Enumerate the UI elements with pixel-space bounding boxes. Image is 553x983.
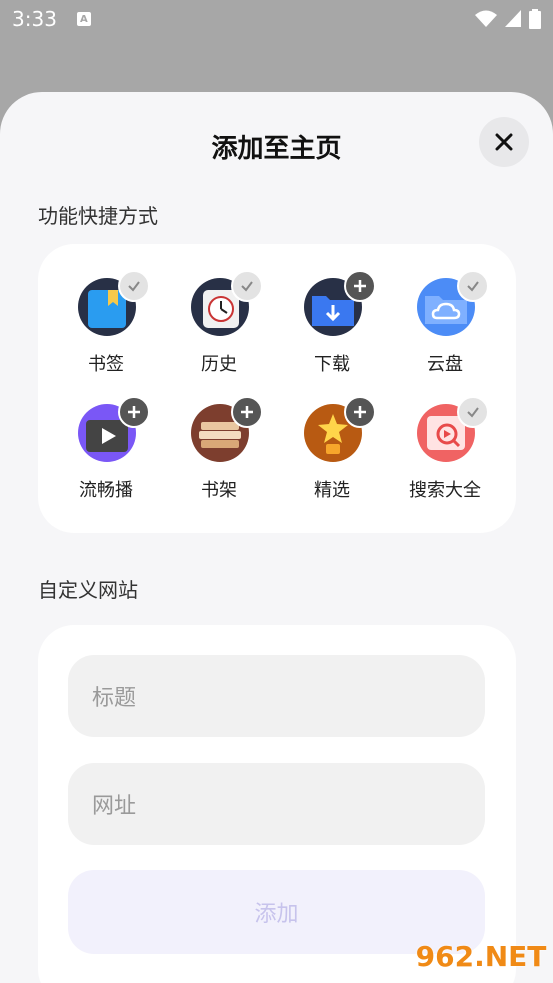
- download-folder-icon: [304, 270, 376, 336]
- shortcuts-section-label: 功能快捷方式: [38, 204, 158, 228]
- shortcut-history[interactable]: 历史: [169, 270, 269, 388]
- status-left: 3:33 A: [12, 7, 91, 31]
- shortcut-smooth-play[interactable]: 流畅播: [56, 396, 156, 514]
- search-video-icon: [417, 396, 489, 462]
- signal-icon: [505, 10, 521, 27]
- watermark-text: 962.NET: [415, 939, 547, 973]
- shortcut-search-all[interactable]: 搜索大全: [395, 396, 495, 514]
- shortcut-label: 精选: [314, 480, 350, 501]
- custom-site-section-label: 自定义网站: [38, 578, 138, 602]
- watermark-logo: 962.NET: [414, 934, 548, 978]
- status-right: [475, 9, 541, 29]
- added-check-icon: [118, 270, 150, 302]
- trophy-icon: [304, 396, 376, 462]
- shortcut-label: 书签: [88, 354, 124, 375]
- status-time: 3:33: [12, 7, 57, 31]
- close-icon: [495, 133, 513, 151]
- shortcut-label: 云盘: [427, 354, 463, 375]
- shortcut-featured[interactable]: 精选: [282, 396, 382, 514]
- shortcuts-card: 书签 历史 下载 云盘 流畅播 书架 精选 搜索大全: [38, 244, 516, 533]
- custom-site-card: 标题 网址 添加: [38, 625, 516, 983]
- battery-icon: [529, 9, 541, 29]
- shortcut-label: 书架: [201, 480, 237, 501]
- keyboard-a-icon: A: [76, 12, 91, 26]
- shortcut-bookmark[interactable]: 书签: [56, 270, 156, 388]
- shortcut-label: 下载: [314, 354, 350, 375]
- shortcut-label: 历史: [201, 354, 237, 375]
- url-input[interactable]: 网址: [68, 763, 485, 845]
- clock-icon: [191, 270, 263, 336]
- close-button[interactable]: [479, 117, 529, 167]
- shortcut-label: 流畅播: [79, 480, 133, 501]
- add-plus-icon: [118, 396, 150, 428]
- shortcut-bookshelf[interactable]: 书架: [169, 396, 269, 514]
- add-plus-icon: [344, 396, 376, 428]
- title-input[interactable]: 标题: [68, 655, 485, 737]
- status-bar: 3:33 A: [0, 0, 553, 38]
- add-to-home-sheet: 添加至主页 功能快捷方式 书签 历史 下载 云盘 流畅播 书架 精选 搜索大全 …: [0, 92, 553, 983]
- shortcut-label: 搜索大全: [409, 480, 481, 501]
- added-check-icon: [231, 270, 263, 302]
- cloud-folder-icon: [417, 270, 489, 336]
- add-plus-icon: [344, 270, 376, 302]
- shortcut-download[interactable]: 下载: [282, 270, 382, 388]
- added-check-icon: [457, 270, 489, 302]
- bookmark-icon: [78, 270, 150, 336]
- added-check-icon: [457, 396, 489, 428]
- bookshelf-icon: [191, 396, 263, 462]
- add-plus-icon: [231, 396, 263, 428]
- shortcut-cloud-drive[interactable]: 云盘: [395, 270, 495, 388]
- wifi-icon: [475, 10, 497, 27]
- play-icon: [78, 396, 150, 462]
- sheet-title: 添加至主页: [211, 134, 342, 164]
